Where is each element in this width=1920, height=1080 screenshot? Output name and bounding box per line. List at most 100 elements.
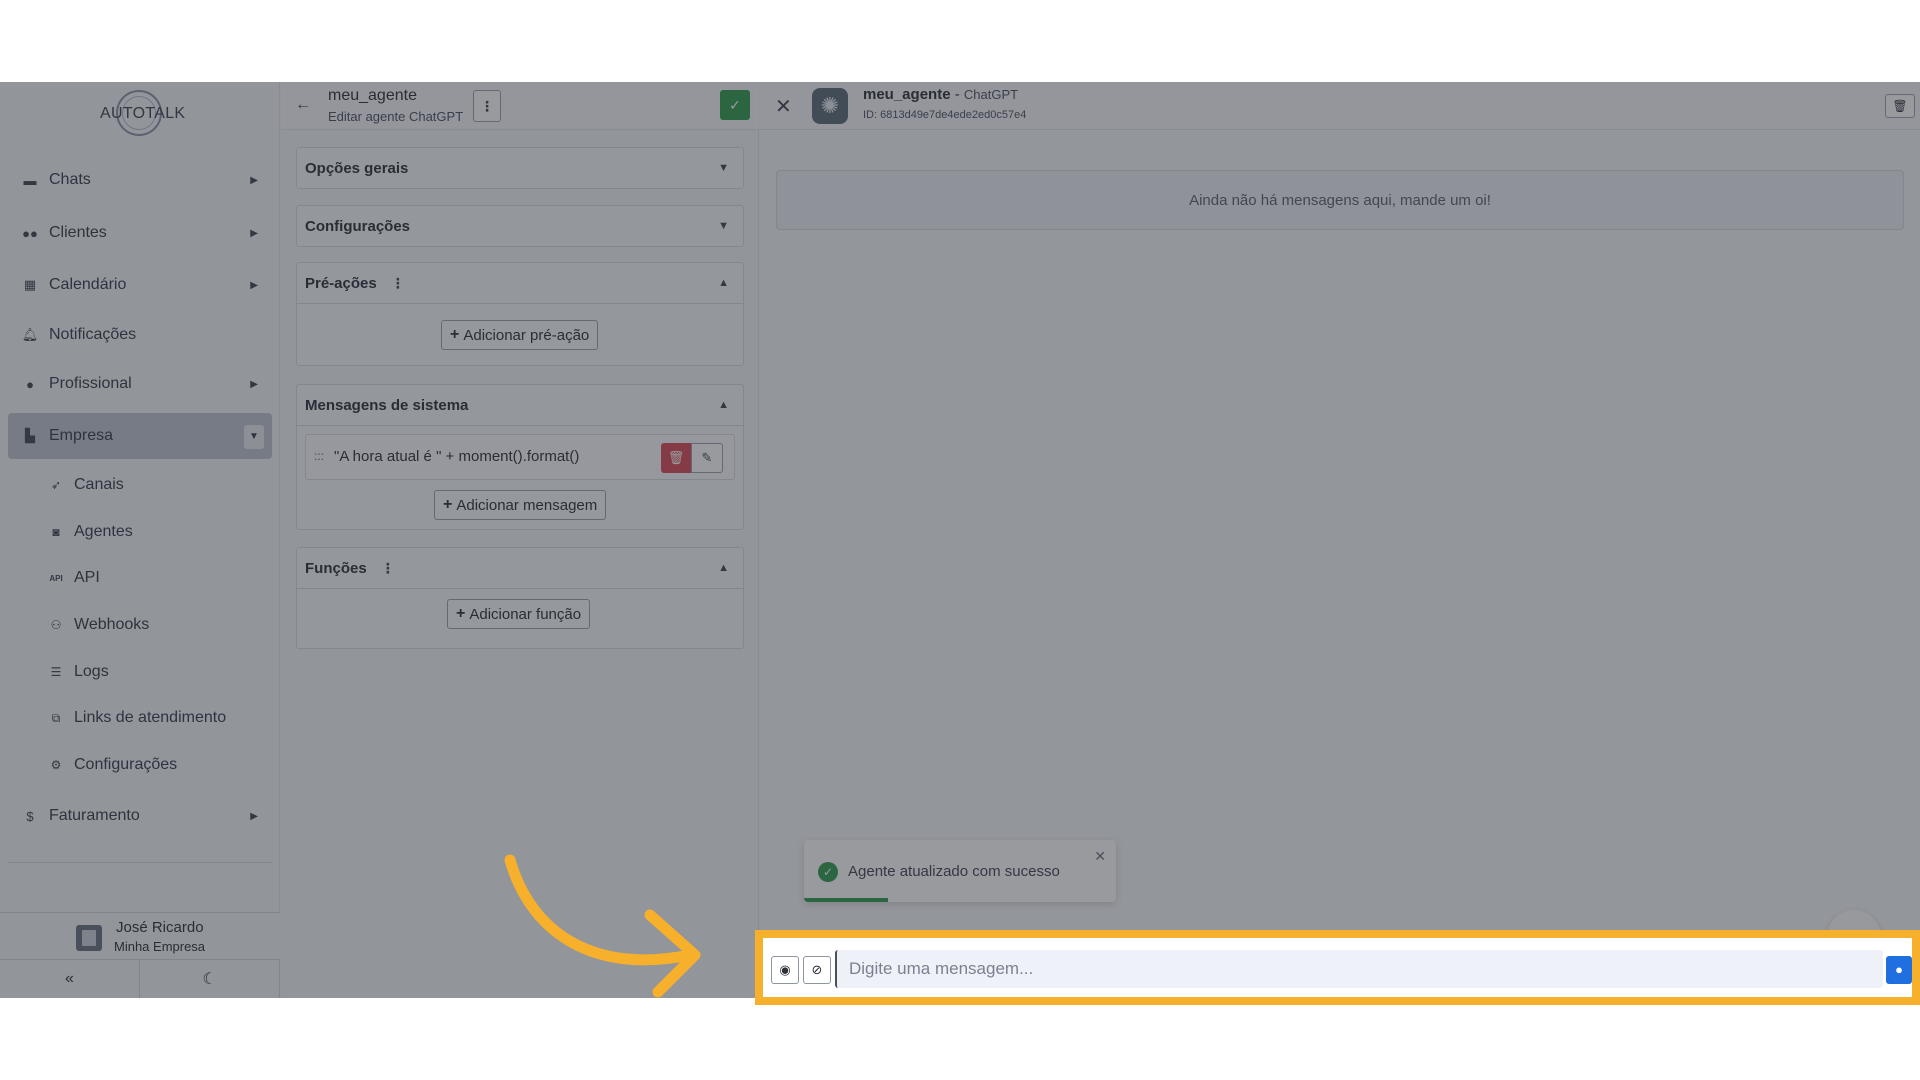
empty-chat-message: Ainda não há mensagens aqui, mande um oi… — [776, 170, 1904, 230]
add-function-button[interactable]: + Adicionar função — [447, 599, 591, 629]
sidebar-subitem-webhooks[interactable]: ⚇ Webhooks — [48, 610, 150, 640]
close-icon[interactable]: ✕ — [1094, 848, 1106, 865]
section-title: Mensagens de sistema — [305, 396, 469, 414]
sidebar-subitem-label: Logs — [74, 663, 109, 680]
section-title: Opções gerais — [305, 159, 409, 177]
user-profile[interactable]: José Ricardo Minha Empresa — [0, 912, 280, 960]
dark-mode-icon[interactable]: ☾ — [140, 960, 280, 998]
section-header[interactable]: Pré-ações ⋮ ▲ — [297, 263, 743, 303]
section-title: Configurações — [305, 217, 411, 235]
caret-up-icon: ▲ — [718, 277, 729, 289]
close-icon[interactable]: ✕ — [775, 94, 792, 119]
chevron-right-icon: ▶ — [250, 174, 258, 186]
sidebar-item-label: Profissional — [49, 375, 132, 392]
sidebar-item-profissional[interactable]: ● Profissional ▶ — [8, 361, 272, 407]
section-body: + Adicionar função — [297, 588, 743, 648]
drag-handle-icon[interactable]: ::: — [314, 449, 324, 463]
editor-subtitle: Editar agente ChatGPT — [328, 109, 464, 124]
sidebar-item-label: Notificações — [49, 326, 137, 343]
caret-down-icon: ▼ — [718, 220, 729, 232]
app-frame: AUTOTALK ▬ Chats ▶ ●● Clientes ▶ ▦ Calen… — [0, 82, 1920, 998]
sidebar-item-clientes[interactable]: ●● Clientes ▶ — [8, 210, 272, 256]
robot-icon: ◙ — [52, 525, 60, 539]
editor-header: ← meu_agente Editar agente ChatGPT ⋮ ✓ — [281, 82, 759, 130]
sidebar-subitem-canais[interactable]: ➶ Canais — [48, 470, 124, 500]
save-button[interactable]: ✓ — [720, 90, 750, 120]
gear-icon: ⚙ — [50, 758, 62, 772]
chat-agent-id: ID: 6813d49e7de4ede2ed0c57e4 — [863, 109, 1027, 121]
trash-icon[interactable]: 🗑︎ — [661, 443, 691, 473]
users-icon: ●● — [22, 225, 38, 241]
camera-icon[interactable]: ◉ — [771, 956, 799, 984]
sidebar-subitem-configuracoes[interactable]: ⚙ Configurações — [48, 750, 178, 780]
chatgpt-logo-icon: ✺ — [812, 88, 848, 124]
api-icon: API — [49, 573, 63, 583]
section-configuracoes[interactable]: Configurações ▼ — [296, 205, 744, 247]
toast-progress-bar — [804, 898, 889, 902]
sidebar-subitem-agentes[interactable]: ◙ Agentes — [48, 517, 133, 547]
dollar-icon: $ — [26, 808, 34, 824]
editor-title: meu_agente — [328, 87, 417, 104]
user-tie-icon: ● — [26, 376, 34, 392]
sidebar-subitem-links[interactable]: ⧉ Links de atendimento — [48, 703, 226, 733]
chat-preview-panel: ✕ ✺ meu_agente - ChatGPT ID: 6813d49e7de… — [760, 82, 1920, 998]
add-message-button[interactable]: + Adicionar mensagem — [434, 490, 607, 520]
kebab-menu-icon[interactable]: ⋮ — [391, 275, 405, 292]
calendar-icon: ▦ — [23, 277, 37, 292]
caret-up-icon: ▲ — [718, 399, 729, 411]
section-body: ::: "A hora atual é " + moment().format(… — [297, 425, 743, 529]
chat-header: ✕ ✺ meu_agente - ChatGPT ID: 6813d49e7de… — [760, 82, 1920, 130]
sidebar-subitem-api[interactable]: API API — [48, 563, 99, 593]
chevron-right-icon: ▶ — [250, 810, 258, 822]
trash-icon[interactable]: 🗑︎ — [1885, 94, 1915, 118]
chevron-down-icon[interactable]: ▼ — [244, 425, 264, 449]
rocket-icon: ➶ — [50, 478, 62, 492]
logo[interactable]: AUTOTALK — [96, 90, 185, 140]
sidebar-item-empresa[interactable]: ▙ Empresa ▼ — [8, 413, 272, 459]
section-opcoes-gerais[interactable]: Opções gerais ▼ — [296, 147, 744, 189]
user-name: José Ricardo — [116, 919, 204, 936]
section-body: + Adicionar pré-ação — [297, 303, 743, 365]
system-message-text: "A hora atual é " + moment().format() — [334, 448, 580, 465]
kebab-menu-icon[interactable]: ⋮ — [381, 560, 395, 577]
message-input[interactable] — [835, 950, 1883, 988]
chevron-right-icon: ▶ — [250, 378, 258, 390]
editor-menu-button[interactable]: ⋮ — [473, 90, 501, 122]
section-header[interactable]: Funções ⋮ ▲ — [297, 548, 743, 588]
paperclip-icon[interactable]: ⊘ — [803, 956, 831, 984]
button-label: Adicionar pré-ação — [463, 326, 590, 344]
add-preaction-button[interactable]: + Adicionar pré-ação — [441, 320, 599, 350]
sidebar-item-chats[interactable]: ▬ Chats ▶ — [8, 157, 272, 203]
microphone-icon[interactable]: ● — [1886, 956, 1912, 984]
sidebar-item-label: Empresa — [49, 427, 114, 444]
section-header[interactable]: Opções gerais ▼ — [297, 148, 743, 188]
sidebar-divider — [8, 862, 272, 863]
back-arrow-icon[interactable]: ← — [295, 96, 311, 114]
plus-icon: + — [456, 605, 466, 622]
collapse-sidebar-icon[interactable]: « — [0, 960, 140, 998]
sidebar-item-calendario[interactable]: ▦ Calendário ▶ — [8, 262, 272, 308]
sidebar-item-label: Chats — [49, 171, 91, 188]
sidebar-item-label: Clientes — [49, 224, 107, 241]
chat-provider: ChatGPT — [963, 87, 1019, 102]
chat-icon: ▬ — [23, 172, 37, 188]
caret-down-icon: ▼ — [718, 162, 729, 174]
chevron-right-icon: ▶ — [250, 279, 258, 291]
chat-agent-name: meu_agente — [863, 86, 951, 103]
plus-icon: + — [443, 496, 453, 513]
sidebar-subitem-label: Links de atendimento — [74, 709, 227, 726]
user-company: Minha Empresa — [114, 939, 206, 954]
sidebar-item-notificacoes[interactable]: 🔔︎ Notificações — [8, 312, 272, 358]
building-icon: ▙ — [25, 428, 35, 443]
pencil-icon[interactable]: ✎ — [691, 443, 723, 473]
sidebar-item-faturamento[interactable]: $ Faturamento ▶ — [8, 793, 272, 839]
sidebar-subitem-logs[interactable]: ☰ Logs — [48, 657, 109, 687]
section-header[interactable]: Mensagens de sistema ▲ — [297, 385, 743, 425]
section-title: Pré-ações — [305, 274, 377, 292]
check-circle-icon: ✓ — [818, 862, 838, 882]
toast-message: Agente atualizado com sucesso — [848, 863, 1060, 880]
section-header[interactable]: Configurações ▼ — [297, 206, 743, 246]
avatar — [76, 925, 102, 951]
sidebar-subitem-label: Agentes — [74, 523, 133, 540]
sidebar-subitem-label: Webhooks — [74, 616, 150, 633]
